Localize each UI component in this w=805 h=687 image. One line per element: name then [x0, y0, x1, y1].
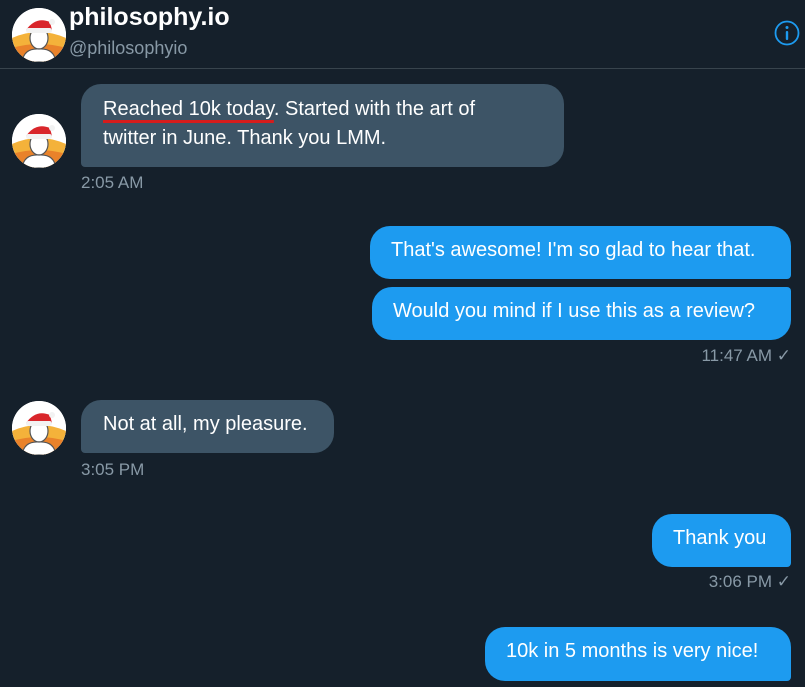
incoming-message[interactable]: Not at all, my pleasure.: [81, 400, 334, 453]
outgoing-message[interactable]: Would you mind if I use this as a review…: [372, 287, 791, 340]
underlined-phrase: Reached 10k today: [103, 98, 274, 120]
sender-avatar[interactable]: [12, 401, 66, 455]
message-timestamp: 3:05 PM: [81, 460, 145, 479]
outgoing-message[interactable]: Thank you: [652, 514, 791, 567]
message-line: twitter in June. Thank you LMM.: [103, 127, 387, 149]
sender-avatar[interactable]: [12, 114, 66, 168]
contact-name[interactable]: philosophy.io: [69, 3, 230, 32]
contact-handle: @philosophyio: [69, 38, 188, 58]
message-timestamp: 11:47 AM ✓: [701, 346, 791, 365]
conversation-header: philosophy.io @philosophyio: [0, 0, 805, 69]
outgoing-message[interactable]: 10k in 5 months is very nice!: [485, 627, 791, 681]
incoming-message[interactable]: Reached 10k today. Started with the art …: [81, 84, 564, 167]
message-line: Reached 10k today. Started with the art …: [103, 95, 542, 124]
outgoing-message[interactable]: That's awesome! I'm so glad to hear that…: [370, 226, 791, 279]
message-timestamp: 3:06 PM ✓: [708, 572, 791, 591]
info-icon[interactable]: [774, 20, 800, 46]
message-text: . Started with the art of: [273, 98, 476, 120]
contact-avatar[interactable]: [12, 8, 66, 62]
message-timestamp: 2:05 AM: [81, 173, 144, 192]
